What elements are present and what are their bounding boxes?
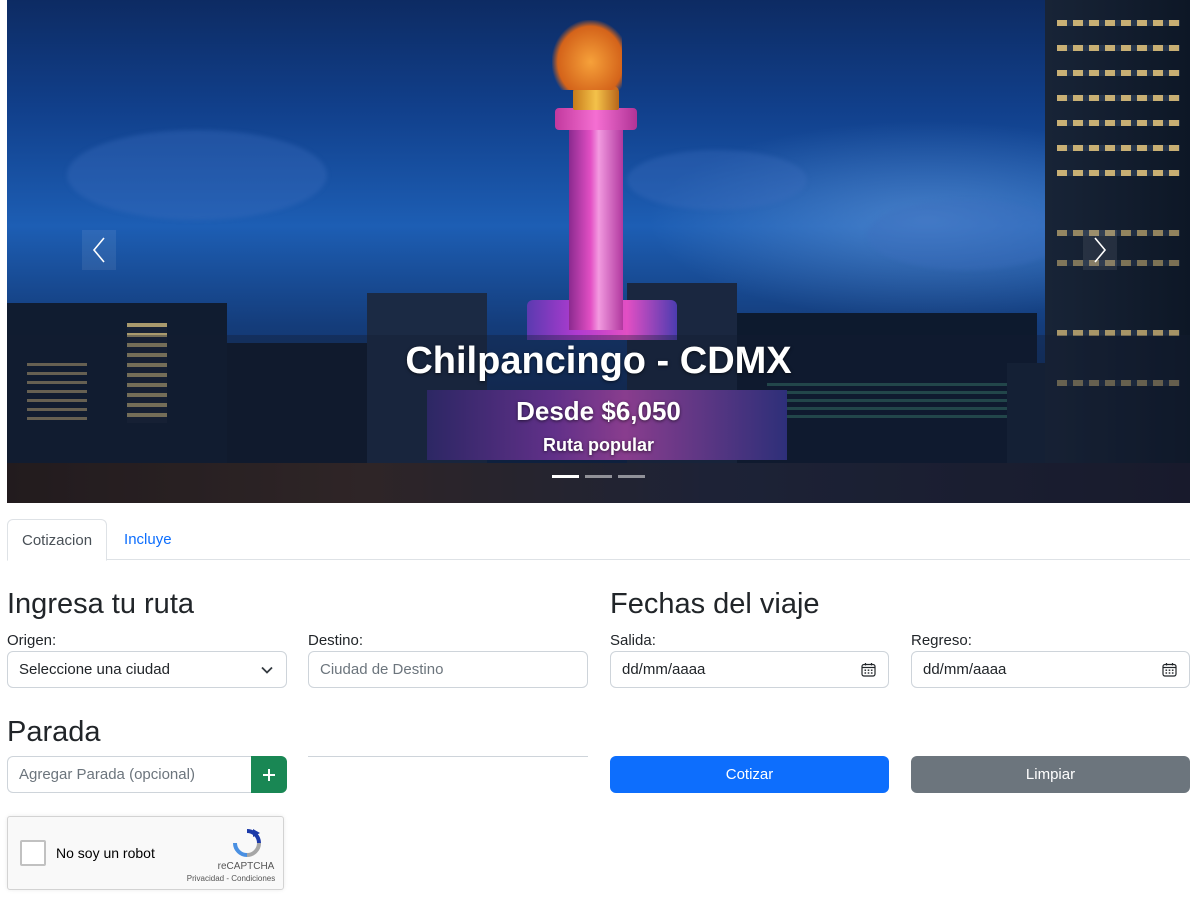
calendar-icon[interactable] <box>1162 662 1177 677</box>
slide-tag: Ruta popular <box>543 435 654 455</box>
slide-title: Chilpancingo - CDMX <box>405 340 792 382</box>
cloud <box>627 150 807 210</box>
stop-placeholder: Agregar Parada (opcional) <box>19 766 195 783</box>
chevron-down-icon <box>261 666 273 674</box>
slide-price: Desde $6,050 <box>516 396 681 426</box>
carousel-indicator[interactable] <box>585 475 612 478</box>
divider <box>308 756 588 757</box>
departure-label: Salida: <box>610 632 656 649</box>
origin-label: Origen: <box>7 632 57 649</box>
recaptcha-terms-link[interactable]: Privacidad - Condiciones <box>178 874 284 883</box>
return-value: dd/mm/aaaa <box>923 661 1007 678</box>
recaptcha-label: No soy un robot <box>56 845 155 861</box>
recaptcha-widget: No soy un robot reCAPTCHA Privacidad - C… <box>7 816 284 890</box>
chevron-left-icon <box>92 237 105 263</box>
carousel-indicators <box>552 475 645 478</box>
recaptcha-brand: reCAPTCHA <box>217 861 275 872</box>
monument-ring <box>555 108 637 130</box>
origin-select[interactable]: Seleccione una ciudad <box>7 651 287 688</box>
cloud <box>867 200 1067 270</box>
destination-placeholder: Ciudad de Destino <box>320 661 444 678</box>
destination-input[interactable]: Ciudad de Destino <box>308 651 588 688</box>
chevron-right-icon <box>1094 237 1107 263</box>
recaptcha-logo-icon <box>233 829 261 857</box>
dates-heading: Fechas del viaje <box>610 588 820 620</box>
plus-icon <box>263 768 275 781</box>
route-heading: Ingresa tu ruta <box>7 588 194 620</box>
cloud <box>67 130 327 220</box>
carousel-caption: Chilpancingo - CDMX Desde $6,050 Ruta po… <box>7 336 1190 458</box>
recaptcha-checkbox[interactable] <box>20 840 46 866</box>
quote-button[interactable]: Cotizar <box>610 756 889 793</box>
hero-carousel: Chilpancingo - CDMX Desde $6,050 Ruta po… <box>7 0 1190 503</box>
clear-button[interactable]: Limpiar <box>911 756 1190 793</box>
destination-label: Destino: <box>308 632 364 649</box>
stop-input[interactable]: Agregar Parada (opcional) <box>7 756 251 793</box>
carousel-indicator[interactable] <box>552 475 579 478</box>
carousel-indicator[interactable] <box>618 475 645 478</box>
monument-column <box>569 120 623 330</box>
tab-bar: Cotizacion Incluye <box>7 519 1190 561</box>
stop-heading: Parada <box>7 716 101 748</box>
carousel-prev-button[interactable] <box>82 230 116 270</box>
departure-date-input[interactable]: dd/mm/aaaa <box>610 651 889 688</box>
add-stop-button[interactable] <box>251 756 287 793</box>
carousel-next-button[interactable] <box>1083 230 1117 270</box>
return-date-input[interactable]: dd/mm/aaaa <box>911 651 1190 688</box>
calendar-icon[interactable] <box>861 662 876 677</box>
tab-incluye[interactable]: Incluye <box>107 519 186 560</box>
angel-statue <box>552 20 622 90</box>
origin-value: Seleccione una ciudad <box>19 661 170 678</box>
tab-cotizacion[interactable]: Cotizacion <box>7 519 108 561</box>
departure-value: dd/mm/aaaa <box>622 661 706 678</box>
return-label: Regreso: <box>911 632 972 649</box>
